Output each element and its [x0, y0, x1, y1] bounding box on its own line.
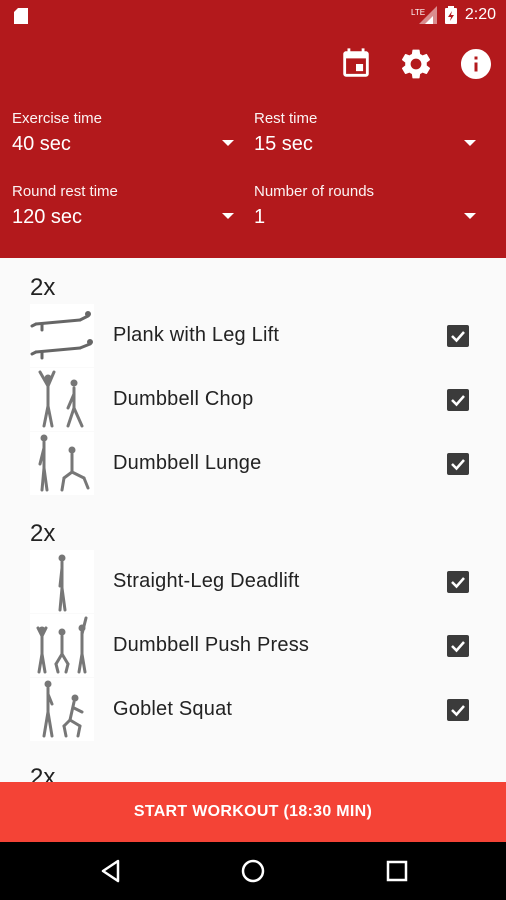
list-item[interactable]: Plank with Leg Lift [0, 304, 506, 367]
chevron-down-icon [222, 140, 234, 146]
exercise-thumbnail [30, 550, 94, 613]
list-item[interactable]: Straight-Leg Deadlift [0, 550, 506, 613]
settings-button[interactable] [398, 46, 434, 82]
round-rest-time-value: 120 sec [12, 206, 83, 228]
exercise-checkbox[interactable] [447, 453, 469, 475]
group-title: 2x [30, 520, 56, 547]
check-icon [451, 395, 465, 407]
home-icon[interactable] [240, 858, 266, 884]
rest-time-label: Rest time [254, 110, 318, 127]
settings-icon [401, 49, 431, 79]
exercise-time-dropdown[interactable]: Exercise time 40 sec [12, 110, 234, 156]
exercise-checkbox[interactable] [447, 389, 469, 411]
number-of-rounds-label: Number of rounds [254, 183, 375, 200]
app-bar-actions [338, 46, 494, 82]
exercise-list[interactable]: 2x Plank with Leg Lift Dumbbell Chop Dum… [0, 258, 506, 782]
exercise-name: Plank with Leg Lift [113, 324, 280, 346]
exercise-thumbnail [30, 614, 94, 677]
exercise-thumbnail [30, 432, 94, 495]
exercise-thumbnail [30, 304, 94, 367]
rest-time-value: 15 sec [254, 133, 313, 155]
app-bar: Exercise time 40 sec Rest time 15 sec Ro… [0, 32, 506, 258]
number-of-rounds-dropdown[interactable]: Number of rounds 1 [254, 183, 476, 229]
list-item[interactable]: Dumbbell Lunge [0, 432, 506, 495]
status-time: 2:20 [464, 6, 496, 23]
list-item[interactable]: Dumbbell Chop [0, 368, 506, 431]
recents-icon[interactable] [384, 858, 410, 884]
system-nav-bar [0, 842, 506, 900]
exercise-thumbnail [30, 368, 94, 431]
network-label: LTE [411, 8, 425, 17]
info-icon [461, 49, 491, 79]
back-icon[interactable] [98, 858, 124, 884]
group-title: 2x [30, 274, 56, 301]
exercise-name: Dumbbell Push Press [113, 634, 310, 656]
chevron-down-icon [464, 213, 476, 219]
exercise-time-label: Exercise time [12, 110, 103, 127]
check-icon [451, 331, 465, 343]
calendar-button[interactable] [338, 46, 374, 82]
battery-icon [444, 6, 457, 24]
round-rest-time-dropdown[interactable]: Round rest time 120 sec [12, 183, 234, 229]
signal-icon: LTE [411, 6, 437, 24]
status-bar: LTE 2:20 [0, 0, 506, 32]
start-workout-button[interactable]: START WORKOUT (18:30 MIN) [0, 782, 506, 842]
chevron-down-icon [464, 140, 476, 146]
sd-card-icon [14, 8, 28, 24]
exercise-checkbox[interactable] [447, 571, 469, 593]
info-button[interactable] [458, 46, 494, 82]
group-title: 2x [30, 764, 56, 782]
exercise-name: Dumbbell Lunge [113, 452, 262, 474]
exercise-time-value: 40 sec [12, 133, 71, 155]
exercise-checkbox[interactable] [447, 325, 469, 347]
number-of-rounds-value: 1 [254, 206, 266, 228]
exercise-thumbnail [30, 678, 94, 741]
exercise-checkbox[interactable] [447, 699, 469, 721]
rest-time-dropdown[interactable]: Rest time 15 sec [254, 110, 476, 156]
list-item[interactable]: Goblet Squat [0, 678, 506, 741]
round-rest-time-label: Round rest time [12, 183, 118, 200]
exercise-name: Straight-Leg Deadlift [113, 570, 300, 592]
list-item[interactable]: Dumbbell Push Press [0, 614, 506, 677]
exercise-name: Dumbbell Chop [113, 388, 254, 410]
check-icon [451, 577, 465, 589]
check-icon [451, 641, 465, 653]
check-icon [451, 459, 465, 471]
calendar-icon [343, 48, 369, 77]
exercise-name: Goblet Squat [113, 698, 233, 720]
chevron-down-icon [222, 213, 234, 219]
check-icon [451, 705, 465, 717]
exercise-checkbox[interactable] [447, 635, 469, 657]
